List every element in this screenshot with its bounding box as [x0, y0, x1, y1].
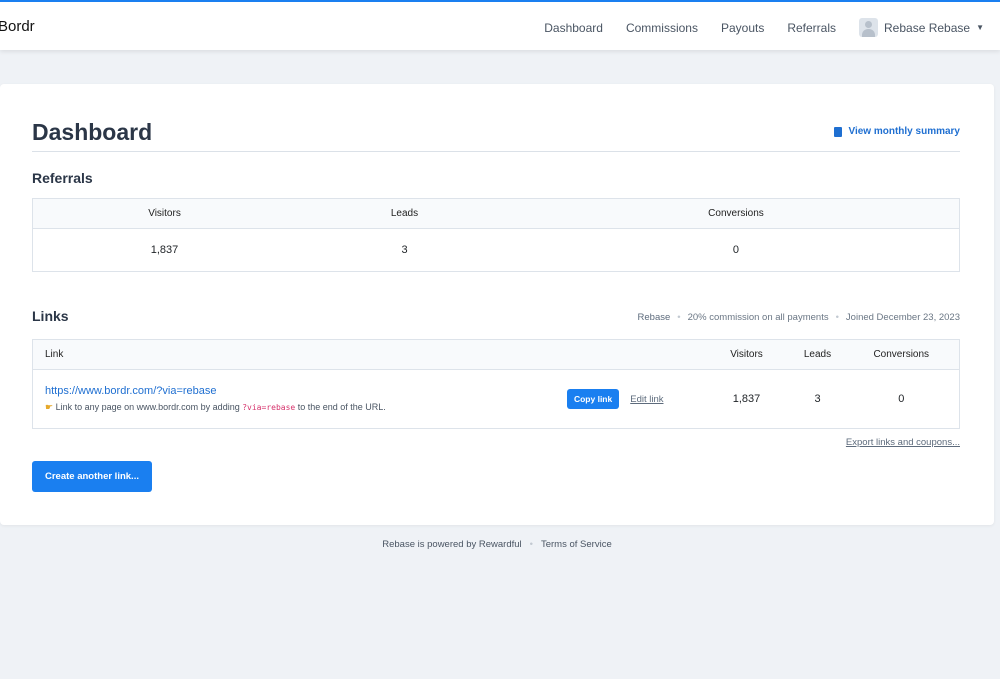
nav-payouts[interactable]: Payouts [721, 21, 764, 35]
terms-link[interactable]: Terms of Service [541, 539, 612, 550]
table-row: https://www.bordr.com/?via=rebase ☛ Link… [32, 369, 960, 429]
summary-label: View monthly summary [848, 126, 960, 137]
nav-dashboard[interactable]: Dashboard [544, 21, 603, 35]
affiliate-meta: Rebase • 20% commission on all payments • Jo… [637, 312, 960, 323]
commission-info: 20% commission on all payments [687, 312, 829, 323]
link-hint: ☛ Link to any page on www.bordr.com by a… [45, 402, 386, 412]
edit-link[interactable]: Edit link [630, 394, 663, 405]
footer: Rebase is powered by Rewardful • Terms of … [382, 539, 612, 550]
referrals-heading: Referrals [32, 170, 93, 186]
top-navbar: Bordr Dashboard Commissions Payouts Refe… [0, 0, 1000, 50]
col-leads: Leads [791, 339, 844, 370]
links-heading: Links [32, 308, 69, 324]
conversions-value: 0 [512, 228, 960, 272]
brand-logo[interactable]: Bordr [0, 18, 35, 35]
main-nav: Dashboard Commissions Payouts Referrals … [521, 18, 984, 37]
affiliate-name: Rebase [637, 312, 671, 323]
col-visitors: Visitors [32, 198, 297, 229]
divider [32, 151, 960, 152]
col-link: Link [32, 339, 702, 370]
referrals-table: Visitors Leads Conversions 1,837 3 0 [32, 198, 960, 272]
nav-commissions[interactable]: Commissions [626, 21, 698, 35]
create-link-button[interactable]: Create another link... [32, 461, 152, 492]
col-conversions: Conversions [843, 339, 960, 370]
leads-value: 3 [296, 228, 513, 272]
copy-link-button[interactable]: Copy link [566, 389, 620, 409]
powered-by-text[interactable]: Rebase is powered by Rewardful [382, 539, 521, 550]
link-conversions: 0 [843, 369, 960, 429]
dashboard-card: Dashboard View monthly summary Referrals… [0, 84, 994, 525]
joined-date: Joined December 23, 2023 [845, 312, 960, 323]
document-chart-icon [834, 126, 843, 137]
link-visitors: 1,837 [701, 369, 792, 429]
visitors-value: 1,837 [32, 228, 297, 272]
caret-down-icon[interactable]: ▼ [976, 23, 984, 32]
user-menu[interactable]: Rebase Rebase [884, 21, 970, 35]
links-table: Link Visitors Leads Conversions https://… [32, 339, 960, 429]
view-monthly-summary-link[interactable]: View monthly summary [834, 126, 960, 137]
col-leads: Leads [296, 198, 513, 229]
col-conversions: Conversions [512, 198, 960, 229]
pointing-hand-icon: ☛ [45, 402, 54, 412]
referral-url[interactable]: https://www.bordr.com/?via=rebase [45, 385, 386, 397]
nav-referrals[interactable]: Referrals [787, 21, 836, 35]
col-visitors: Visitors [701, 339, 792, 370]
table-row: 1,837 3 0 [32, 228, 960, 272]
page-title: Dashboard [32, 119, 153, 145]
link-leads: 3 [791, 369, 844, 429]
export-links-link[interactable]: Export links and coupons... [846, 437, 960, 448]
avatar[interactable] [859, 18, 879, 37]
